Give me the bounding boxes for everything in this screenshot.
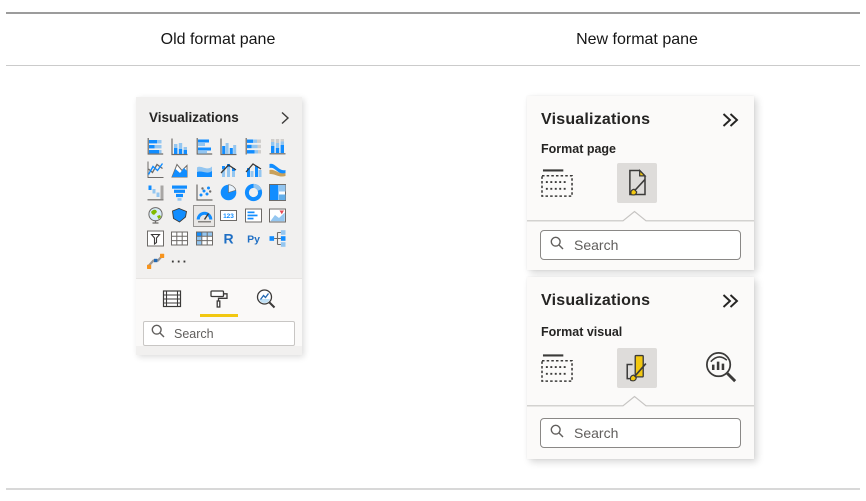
stacked-column-chart-icon[interactable]: [169, 136, 191, 158]
search-input[interactable]: [572, 236, 732, 254]
search-input[interactable]: [172, 326, 288, 342]
clustered-bar-chart-icon[interactable]: [193, 136, 215, 158]
build-visual-icon[interactable]: [540, 168, 575, 204]
old-visualizations-pane: Visualizations 123 R Py ···: [136, 97, 302, 355]
double-chevron-right-icon[interactable]: [721, 293, 739, 309]
hundred-stacked-column-chart-icon[interactable]: [267, 136, 289, 158]
scatter-chart-icon[interactable]: [193, 182, 215, 204]
gauge-icon[interactable]: [193, 205, 215, 227]
header-divider: [6, 65, 860, 66]
stacked-area-chart-icon[interactable]: [193, 159, 215, 181]
old-pane-tabs: [143, 286, 295, 312]
visualizations-pane-title: Visualizations: [541, 292, 650, 310]
matrix-icon[interactable]: [193, 228, 215, 250]
visualization-grid: 123 R Py ···: [143, 135, 302, 273]
double-chevron-right-icon[interactable]: [721, 112, 739, 128]
svg-text:Py: Py: [247, 234, 260, 246]
svg-text:R: R: [224, 231, 234, 247]
r-script-icon[interactable]: R: [218, 228, 240, 250]
old-search-box: [143, 321, 295, 346]
chevron-right-icon[interactable]: [280, 111, 290, 125]
pie-chart-icon[interactable]: [218, 182, 240, 204]
format-visual-subtitle: Format visual: [527, 310, 754, 339]
waterfall-chart-icon[interactable]: [144, 182, 166, 204]
bottom-divider: [6, 488, 860, 490]
new-search-box: [540, 418, 741, 448]
top-divider: [6, 12, 860, 14]
new-pane-column-label: New format pane: [517, 31, 757, 49]
tab-analytics[interactable]: [253, 286, 279, 312]
format-page-icon[interactable]: [617, 163, 657, 203]
map-icon[interactable]: [144, 205, 166, 227]
table-icon[interactable]: [169, 228, 191, 250]
slicer-icon[interactable]: [144, 228, 166, 250]
format-page-subtitle: Format page: [527, 129, 754, 156]
python-script-icon[interactable]: Py: [242, 228, 264, 250]
card-icon[interactable]: 123: [218, 205, 240, 227]
analytics-icon[interactable]: [703, 350, 740, 392]
format-visual-icon-row: [527, 346, 754, 390]
format-visual-icon[interactable]: [617, 348, 657, 388]
search-input[interactable]: [572, 424, 732, 442]
filled-map-icon[interactable]: [169, 205, 191, 227]
donut-chart-icon[interactable]: [242, 182, 264, 204]
tab-format[interactable]: [206, 286, 232, 312]
new-pane-format-visual-card: Visualizations Format visual: [527, 277, 754, 459]
new-search-box: [540, 230, 741, 260]
build-visual-icon[interactable]: [540, 353, 575, 389]
svg-text:123: 123: [223, 213, 234, 220]
line-stacked-column-chart-icon[interactable]: [218, 159, 240, 181]
search-icon: [549, 423, 565, 444]
kpi-icon[interactable]: [267, 205, 289, 227]
metrics-icon[interactable]: [144, 251, 166, 273]
old-pane-footer: [136, 278, 302, 346]
line-chart-icon[interactable]: [144, 159, 166, 181]
stacked-bar-chart-icon[interactable]: [144, 136, 166, 158]
more-options-button[interactable]: ···: [169, 251, 191, 273]
treemap-icon[interactable]: [267, 182, 289, 204]
visualizations-pane-title: Visualizations: [149, 110, 239, 125]
tab-notch-divider: [527, 210, 754, 222]
tab-fields[interactable]: [159, 286, 185, 312]
multi-row-card-icon[interactable]: [242, 205, 264, 227]
old-pane-column-label: Old format pane: [98, 31, 338, 49]
hundred-stacked-bar-chart-icon[interactable]: [242, 136, 264, 158]
tab-notch-divider: [527, 395, 754, 407]
decomposition-tree-icon[interactable]: [267, 228, 289, 250]
clustered-column-chart-icon[interactable]: [218, 136, 240, 158]
new-pane-format-page-card: Visualizations Format page: [527, 96, 754, 270]
format-page-icon-row: [527, 161, 754, 205]
ribbon-chart-icon[interactable]: [267, 159, 289, 181]
area-chart-icon[interactable]: [169, 159, 191, 181]
search-icon: [549, 235, 565, 256]
search-icon: [150, 323, 166, 344]
funnel-chart-icon[interactable]: [169, 182, 191, 204]
visualizations-pane-title: Visualizations: [541, 111, 650, 129]
line-clustered-column-chart-icon[interactable]: [242, 159, 264, 181]
